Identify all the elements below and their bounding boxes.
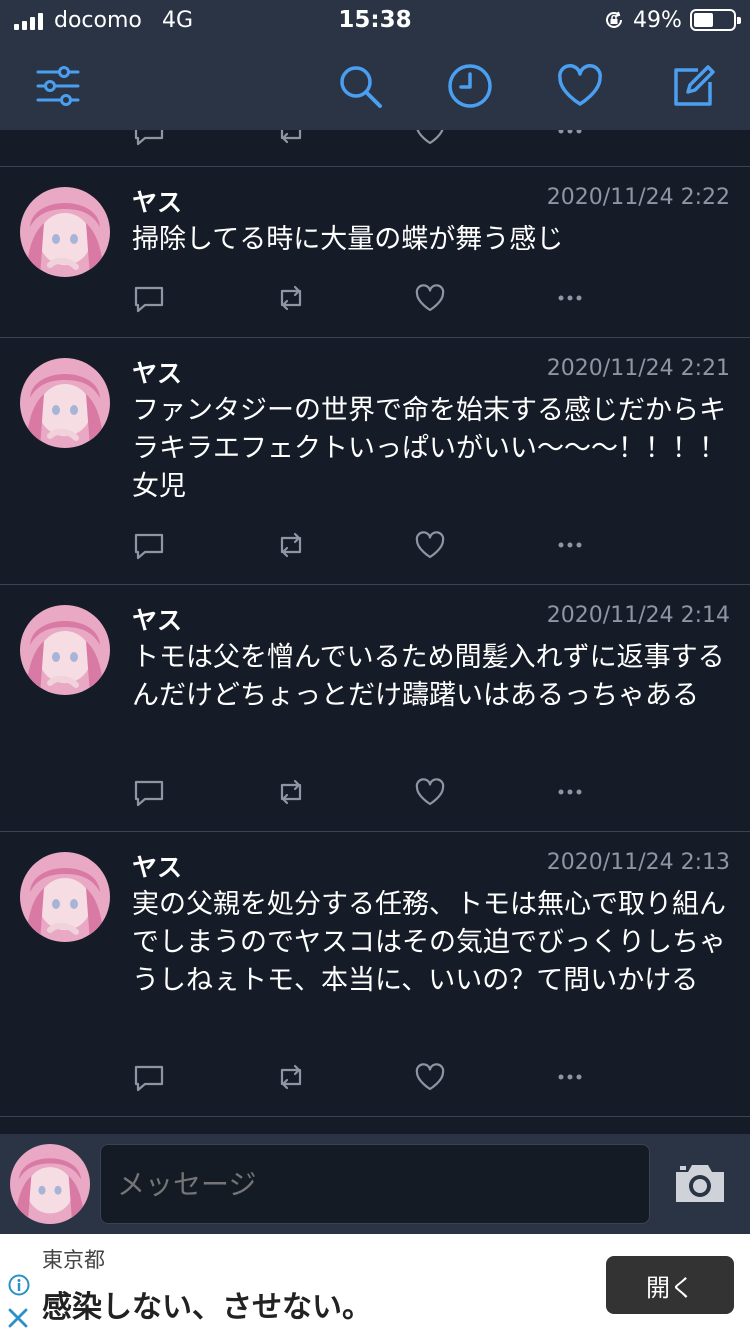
history-clock-icon[interactable] — [446, 62, 494, 110]
more-icon[interactable] — [553, 281, 587, 315]
tweet-author[interactable]: ヤス — [132, 354, 182, 390]
avatar[interactable] — [20, 605, 110, 695]
tweet-text: ファンタジーの世界で命を始末する感じだからキラキラエフェクトいっぱいがいい〜〜〜… — [132, 395, 726, 502]
reply-icon[interactable] — [132, 775, 166, 809]
tweet-timestamp: 2020/11/24 2:13 — [546, 850, 730, 875]
info-icon[interactable] — [8, 1274, 30, 1296]
search-icon[interactable] — [336, 62, 384, 110]
tweet-text: 掃除してる時に大量の蝶が舞う感じ — [132, 224, 564, 255]
ad-open-button[interactable]: 開く — [606, 1256, 734, 1314]
ad-headline: 感染しない、させない。 — [42, 1290, 372, 1325]
avatar[interactable] — [20, 358, 110, 448]
reply-icon[interactable] — [132, 1060, 166, 1094]
tweet-timestamp: 2020/11/24 2:22 — [546, 185, 730, 210]
reply-icon[interactable] — [132, 528, 166, 562]
tweet-text: トモは父を憎んでいるため間髪入れずに返事するんだけどちょっとだけ躊躇いはあるっち… — [132, 642, 725, 711]
status-bar: docomo 4G 15:38 49% — [0, 0, 750, 42]
tweet-text: 実の父親を処分する任務、トモは無心で取り組んでしまうのでヤスコはその気迫でびっく… — [132, 889, 726, 996]
more-icon[interactable] — [553, 775, 587, 809]
avatar[interactable] — [10, 1144, 90, 1224]
retweet-icon[interactable] — [274, 775, 308, 809]
tweet[interactable]: ヤス 2020/11/24 2:22 掃除してる時に大量の蝶が舞う感じ — [0, 167, 750, 338]
timeline: ヤス 2020/11/24 2:22 掃除してる時に大量の蝶が舞う感じ ヤス 2… — [0, 0, 750, 1134]
tweet-author[interactable]: ヤス — [132, 601, 182, 637]
ad-sponsor: 東京都 — [42, 1248, 105, 1272]
message-input[interactable] — [100, 1144, 650, 1224]
tweet-author[interactable]: ヤス — [132, 183, 182, 219]
rotation-lock-icon — [606, 11, 622, 28]
retweet-icon[interactable] — [274, 281, 308, 315]
compose-bar — [0, 1134, 750, 1234]
tweet[interactable]: ヤス 2020/11/24 2:14 トモは父を憎んでいるため間髪入れずに返事す… — [0, 585, 750, 832]
tweet-actions — [132, 775, 592, 809]
tweet-actions — [132, 528, 592, 562]
filter-settings-icon[interactable] — [34, 62, 82, 110]
tweet-actions — [132, 1060, 592, 1094]
avatar[interactable] — [20, 852, 110, 942]
like-icon[interactable] — [413, 528, 447, 562]
like-icon[interactable] — [413, 1060, 447, 1094]
avatar[interactable] — [20, 187, 110, 277]
more-icon[interactable] — [553, 1060, 587, 1094]
tweet-author[interactable]: ヤス — [132, 848, 182, 884]
retweet-icon[interactable] — [274, 1060, 308, 1094]
like-icon[interactable] — [413, 281, 447, 315]
battery-icon — [690, 9, 741, 31]
tweet[interactable]: ヤス 2020/11/24 2:21 ファンタジーの世界で命を始末する感じだから… — [0, 338, 750, 585]
ad-banner[interactable]: 東京都 感染しない、させない。 開く — [0, 1234, 750, 1334]
compose-icon[interactable] — [668, 62, 716, 110]
heart-icon[interactable] — [556, 62, 604, 110]
reply-icon[interactable] — [132, 281, 166, 315]
tweet-actions — [132, 281, 592, 315]
close-icon[interactable] — [6, 1306, 30, 1330]
tweet-timestamp: 2020/11/24 2:14 — [546, 603, 730, 628]
tweet-timestamp: 2020/11/24 2:21 — [546, 356, 730, 381]
retweet-icon[interactable] — [274, 528, 308, 562]
camera-icon[interactable] — [672, 1158, 728, 1206]
like-icon[interactable] — [413, 775, 447, 809]
battery-percent: 49% — [633, 8, 682, 33]
more-icon[interactable] — [553, 528, 587, 562]
tweet[interactable]: ヤス 2020/11/24 2:13 実の父親を処分する任務、トモは無心で取り組… — [0, 832, 750, 1117]
nav-bar — [0, 42, 750, 130]
